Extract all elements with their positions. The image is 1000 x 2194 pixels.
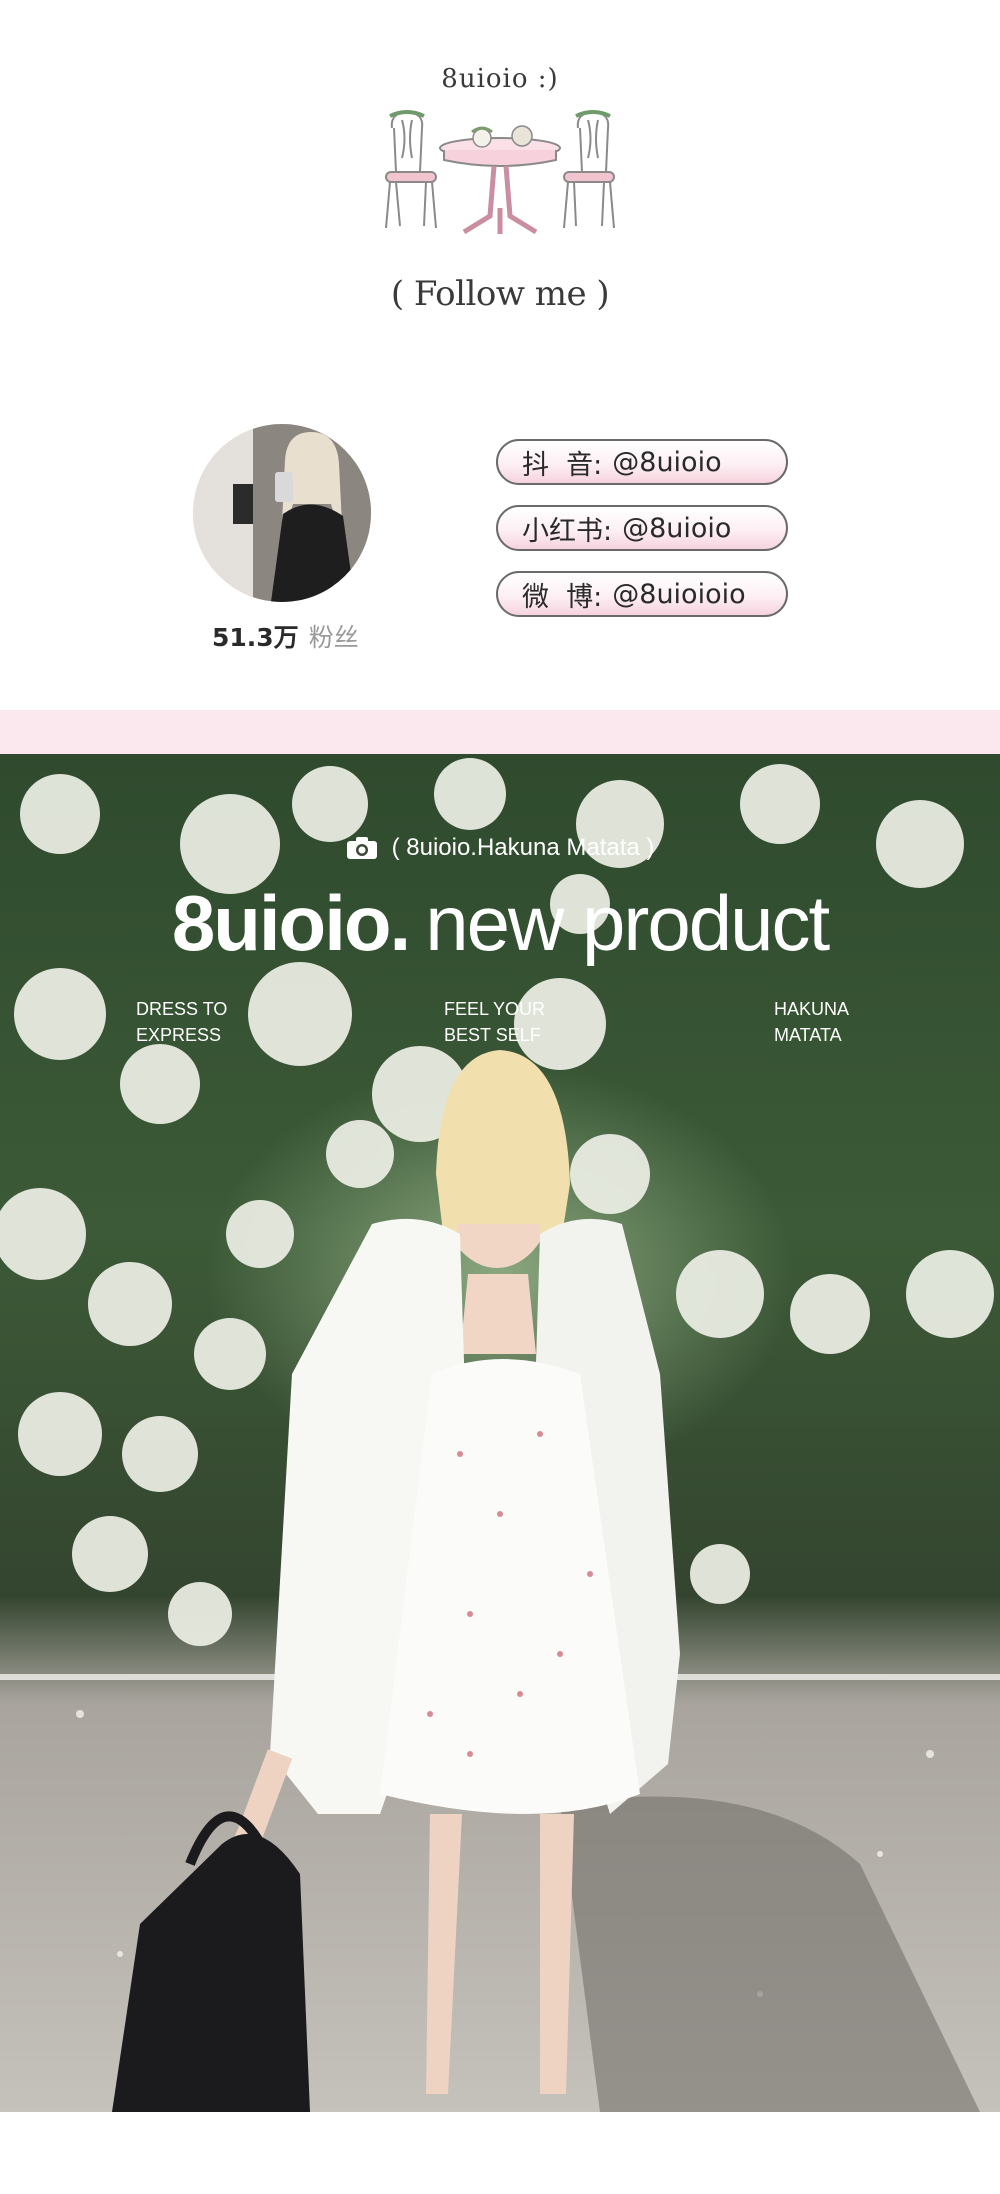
followers-stat: 51.3万 粉丝: [212, 618, 359, 654]
tagline-line: BEST SELF: [444, 1025, 541, 1045]
social-platform-label: 抖 音:: [522, 449, 603, 481]
tagline-dress-to-express: DRESS TO EXPRESS: [136, 996, 256, 1048]
profile-header-section: 8uioio :) ( Follow me ) 51.3万 粉丝 抖 音: @8…: [0, 0, 1000, 708]
social-pill-xiaohongshu[interactable]: 小红书: @8uioio: [496, 505, 788, 551]
pink-divider-band: [0, 710, 1000, 754]
social-pill-douyin[interactable]: 抖 音: @8uioio: [496, 439, 788, 485]
tagline-feel-your-best-self: FEEL YOUR BEST SELF: [444, 996, 564, 1048]
followers-label: 粉丝: [308, 623, 359, 652]
tagline-line: EXPRESS: [136, 1025, 222, 1045]
tagline-line: FEEL YOUR: [444, 999, 546, 1019]
new-product-headline: 8uioio. new product: [0, 878, 1000, 969]
camera-icon: [346, 837, 377, 859]
avatar[interactable]: [193, 424, 371, 602]
tagline-line: MATATA: [774, 1025, 842, 1045]
tagline-hakuna-matata: HAKUNA MATATA: [774, 996, 894, 1048]
follow-me-text: ( Follow me ): [390, 274, 610, 314]
headline-subject: new product: [425, 879, 830, 967]
social-handle: @8uioio: [612, 446, 722, 478]
social-handle: @8uioio: [622, 512, 732, 544]
tagline-line: HAKUNA: [774, 999, 850, 1019]
bottom-white-strip: [0, 2112, 1000, 2194]
social-platform-label: 小红书:: [522, 515, 613, 547]
followers-count: 51.3万: [212, 623, 299, 652]
camera-caption: ( 8uioio.Hakuna Matata ): [391, 834, 655, 861]
social-pill-weibo[interactable]: 微 博: @8uioioio: [496, 571, 788, 617]
social-platform-label: 微 博:: [522, 581, 603, 613]
bistro-table-chairs-illustration: [385, 110, 615, 235]
camera-caption-line: ( 8uioio.Hakuna Matata ): [0, 834, 1000, 862]
tagline-line: DRESS TO: [136, 999, 228, 1019]
headline-brand: 8uioio.: [171, 879, 411, 967]
avatar-photo: [193, 424, 371, 602]
brand-line: 8uioio :): [441, 64, 559, 94]
product-banner-photo: ( 8uioio.Hakuna Matata ) 8uioio. new prod…: [0, 754, 1000, 2112]
social-handle: @8uioioio: [612, 578, 746, 610]
